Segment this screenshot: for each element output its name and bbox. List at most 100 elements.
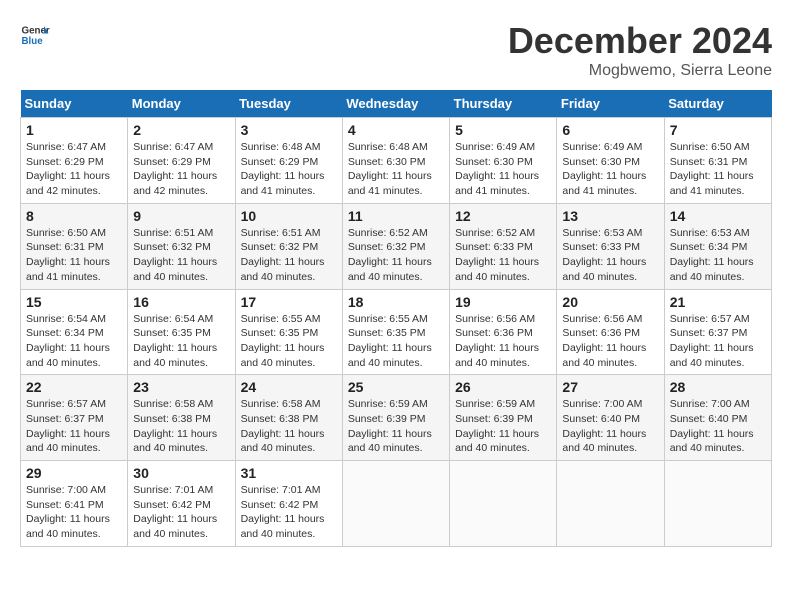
calendar-table: SundayMondayTuesdayWednesdayThursdayFrid…: [20, 90, 772, 547]
calendar-day-cell: 3Sunrise: 6:48 AM Sunset: 6:29 PM Daylig…: [235, 118, 342, 204]
calendar-day-cell: [664, 461, 771, 547]
day-number: 26: [455, 379, 551, 395]
day-info: Sunrise: 6:57 AM Sunset: 6:37 PM Dayligh…: [26, 397, 122, 456]
day-number: 22: [26, 379, 122, 395]
day-info: Sunrise: 6:49 AM Sunset: 6:30 PM Dayligh…: [455, 140, 551, 199]
calendar-day-cell: 25 Sunrise: 6:59 AM Sunset: 6:39 PM Dayli…: [342, 375, 449, 461]
day-number: 28: [670, 379, 766, 395]
day-info: Sunrise: 6:48 AM Sunset: 6:29 PM Dayligh…: [241, 140, 337, 199]
day-number: 6: [562, 122, 658, 138]
calendar-day-cell: 11 Sunrise: 6:52 AM Sunset: 6:32 PM Dayli…: [342, 203, 449, 289]
day-number: 13: [562, 208, 658, 224]
calendar-day-cell: 2 Sunrise: 6:47 AM Sunset: 6:29 PM Daylig…: [128, 118, 235, 204]
day-of-week-header: Thursday: [450, 90, 557, 118]
calendar-day-cell: 23Sunrise: 6:58 AM Sunset: 6:38 PM Dayli…: [128, 375, 235, 461]
calendar-day-cell: 30Sunrise: 7:01 AM Sunset: 6:42 PM Dayli…: [128, 461, 235, 547]
calendar-day-cell: 7 Sunrise: 6:50 AM Sunset: 6:31 PM Daylig…: [664, 118, 771, 204]
day-info: Sunrise: 6:49 AM Sunset: 6:30 PM Dayligh…: [562, 140, 658, 199]
day-number: 24: [241, 379, 337, 395]
calendar-day-cell: 18 Sunrise: 6:55 AM Sunset: 6:35 PM Dayli…: [342, 289, 449, 375]
calendar-day-cell: 26 Sunrise: 6:59 AM Sunset: 6:39 PM Dayli…: [450, 375, 557, 461]
calendar-day-cell: 14Sunrise: 6:53 AM Sunset: 6:34 PM Dayli…: [664, 203, 771, 289]
day-info: Sunrise: 6:57 AM Sunset: 6:37 PM Dayligh…: [670, 312, 766, 371]
day-number: 7: [670, 122, 766, 138]
day-number: 19: [455, 294, 551, 310]
calendar-day-cell: 16Sunrise: 6:54 AM Sunset: 6:35 PM Dayli…: [128, 289, 235, 375]
day-info: Sunrise: 6:51 AM Sunset: 6:32 PM Dayligh…: [133, 226, 229, 285]
calendar-day-cell: 10 Sunrise: 6:51 AM Sunset: 6:32 PM Dayli…: [235, 203, 342, 289]
day-number: 25: [348, 379, 444, 395]
day-info: Sunrise: 6:59 AM Sunset: 6:39 PM Dayligh…: [455, 397, 551, 456]
calendar-header-row: SundayMondayTuesdayWednesdayThursdayFrid…: [21, 90, 772, 118]
calendar-week-row: 1 Sunrise: 6:47 AM Sunset: 6:29 PM Daylig…: [21, 118, 772, 204]
day-info: Sunrise: 6:50 AM Sunset: 6:31 PM Dayligh…: [670, 140, 766, 199]
day-info: Sunrise: 6:55 AM Sunset: 6:35 PM Dayligh…: [241, 312, 337, 371]
day-of-week-header: Monday: [128, 90, 235, 118]
calendar-day-cell: 12 Sunrise: 6:52 AM Sunset: 6:33 PM Dayli…: [450, 203, 557, 289]
day-info: Sunrise: 6:47 AM Sunset: 6:29 PM Dayligh…: [133, 140, 229, 199]
calendar-day-cell: 28 Sunrise: 7:00 AM Sunset: 6:40 PM Dayli…: [664, 375, 771, 461]
day-number: 10: [241, 208, 337, 224]
day-info: Sunrise: 6:52 AM Sunset: 6:33 PM Dayligh…: [455, 226, 551, 285]
day-info: Sunrise: 6:47 AM Sunset: 6:29 PM Dayligh…: [26, 140, 122, 199]
day-of-week-header: Wednesday: [342, 90, 449, 118]
day-number: 12: [455, 208, 551, 224]
day-of-week-header: Tuesday: [235, 90, 342, 118]
calendar-day-cell: 6 Sunrise: 6:49 AM Sunset: 6:30 PM Daylig…: [557, 118, 664, 204]
day-number: 11: [348, 208, 444, 224]
calendar-day-cell: 24 Sunrise: 6:58 AM Sunset: 6:38 PM Dayli…: [235, 375, 342, 461]
day-number: 18: [348, 294, 444, 310]
day-number: 2: [133, 122, 229, 138]
day-info: Sunrise: 6:56 AM Sunset: 6:36 PM Dayligh…: [562, 312, 658, 371]
day-info: Sunrise: 6:56 AM Sunset: 6:36 PM Dayligh…: [455, 312, 551, 371]
calendar-week-row: 22 Sunrise: 6:57 AM Sunset: 6:37 PM Dayli…: [21, 375, 772, 461]
calendar-day-cell: 17 Sunrise: 6:55 AM Sunset: 6:35 PM Dayli…: [235, 289, 342, 375]
calendar-day-cell: 20Sunrise: 6:56 AM Sunset: 6:36 PM Dayli…: [557, 289, 664, 375]
calendar-day-cell: 31Sunrise: 7:01 AM Sunset: 6:42 PM Dayli…: [235, 461, 342, 547]
day-of-week-header: Friday: [557, 90, 664, 118]
day-number: 23: [133, 379, 229, 395]
day-info: Sunrise: 6:48 AM Sunset: 6:30 PM Dayligh…: [348, 140, 444, 199]
day-info: Sunrise: 6:53 AM Sunset: 6:33 PM Dayligh…: [562, 226, 658, 285]
day-of-week-header: Saturday: [664, 90, 771, 118]
calendar-day-cell: 13 Sunrise: 6:53 AM Sunset: 6:33 PM Dayli…: [557, 203, 664, 289]
day-number: 27: [562, 379, 658, 395]
day-info: Sunrise: 6:54 AM Sunset: 6:34 PM Dayligh…: [26, 312, 122, 371]
calendar-day-cell: 27 Sunrise: 7:00 AM Sunset: 6:40 PM Dayli…: [557, 375, 664, 461]
day-number: 16: [133, 294, 229, 310]
day-info: Sunrise: 7:00 AM Sunset: 6:40 PM Dayligh…: [670, 397, 766, 456]
day-of-week-header: Sunday: [21, 90, 128, 118]
calendar-day-cell: 9 Sunrise: 6:51 AM Sunset: 6:32 PM Daylig…: [128, 203, 235, 289]
svg-text:Blue: Blue: [22, 36, 44, 47]
calendar-day-cell: 29 Sunrise: 7:00 AM Sunset: 6:41 PM Dayli…: [21, 461, 128, 547]
day-info: Sunrise: 6:58 AM Sunset: 6:38 PM Dayligh…: [241, 397, 337, 456]
calendar-day-cell: [557, 461, 664, 547]
location: Mogbwemo, Sierra Leone: [508, 62, 772, 80]
day-info: Sunrise: 6:59 AM Sunset: 6:39 PM Dayligh…: [348, 397, 444, 456]
day-number: 17: [241, 294, 337, 310]
day-number: 4: [348, 122, 444, 138]
calendar-day-cell: 8Sunrise: 6:50 AM Sunset: 6:31 PM Daylig…: [21, 203, 128, 289]
calendar-body: 1 Sunrise: 6:47 AM Sunset: 6:29 PM Daylig…: [21, 118, 772, 547]
day-info: Sunrise: 6:55 AM Sunset: 6:35 PM Dayligh…: [348, 312, 444, 371]
calendar-day-cell: 15Sunrise: 6:54 AM Sunset: 6:34 PM Dayli…: [21, 289, 128, 375]
logo-icon: General Blue: [20, 20, 50, 50]
day-number: 29: [26, 465, 122, 481]
page-header: General Blue December 2024 Mogbwemo, Sie…: [20, 20, 772, 80]
day-info: Sunrise: 7:00 AM Sunset: 6:40 PM Dayligh…: [562, 397, 658, 456]
month-title: December 2024: [508, 20, 772, 62]
day-number: 21: [670, 294, 766, 310]
calendar-day-cell: 21 Sunrise: 6:57 AM Sunset: 6:37 PM Dayli…: [664, 289, 771, 375]
day-info: Sunrise: 6:52 AM Sunset: 6:32 PM Dayligh…: [348, 226, 444, 285]
day-info: Sunrise: 7:01 AM Sunset: 6:42 PM Dayligh…: [241, 483, 337, 542]
calendar-day-cell: [450, 461, 557, 547]
calendar-week-row: 8Sunrise: 6:50 AM Sunset: 6:31 PM Daylig…: [21, 203, 772, 289]
day-info: Sunrise: 7:00 AM Sunset: 6:41 PM Dayligh…: [26, 483, 122, 542]
day-info: Sunrise: 6:51 AM Sunset: 6:32 PM Dayligh…: [241, 226, 337, 285]
day-number: 9: [133, 208, 229, 224]
day-number: 8: [26, 208, 122, 224]
day-number: 14: [670, 208, 766, 224]
logo: General Blue: [20, 20, 50, 50]
day-number: 1: [26, 122, 122, 138]
day-info: Sunrise: 7:01 AM Sunset: 6:42 PM Dayligh…: [133, 483, 229, 542]
